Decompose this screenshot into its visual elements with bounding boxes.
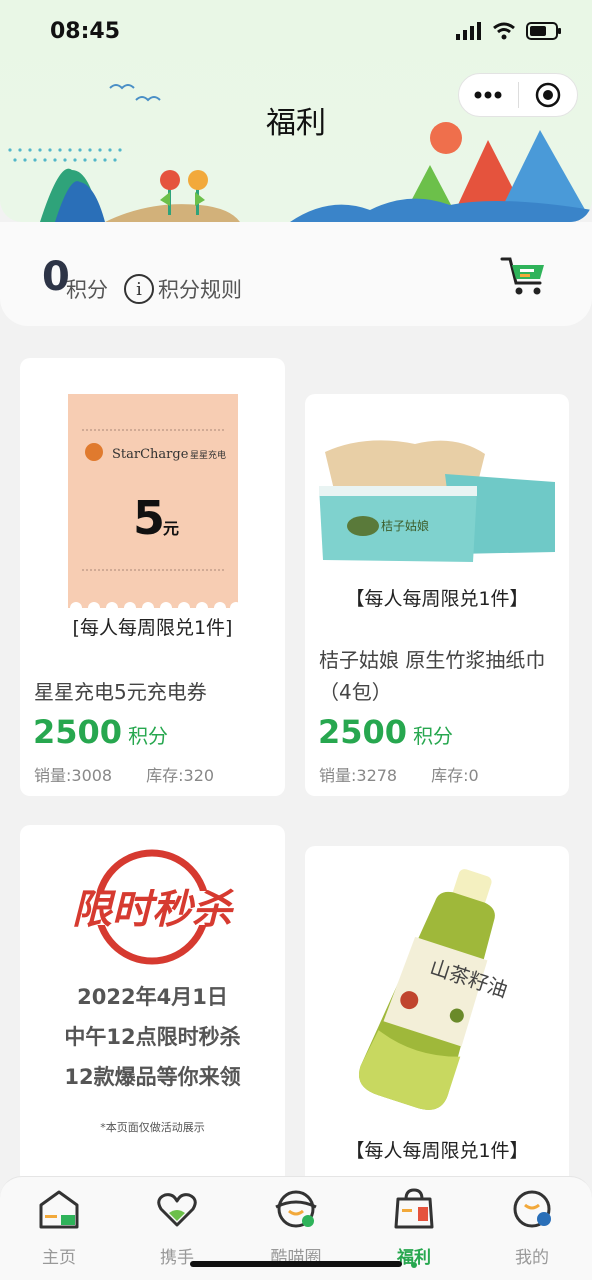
voucher-brand: StarCharge: [112, 447, 189, 462]
tab-profile[interactable]: 我的: [482, 1187, 582, 1268]
page-header: 08:45 福利: [0, 0, 592, 222]
tab-benefits[interactable]: 福利: [364, 1187, 464, 1268]
points-rules-label: 积分规则: [158, 278, 242, 302]
cat-circle-icon: [275, 1190, 317, 1228]
flash-sale-headline: 限时秒杀: [72, 887, 234, 933]
more-button[interactable]: [459, 74, 518, 116]
voucher-brand-cn: 星星充电: [190, 449, 226, 461]
home-icon: [39, 1190, 79, 1229]
close-mini-program-button[interactable]: [519, 74, 578, 116]
promo-card[interactable]: 限时秒杀 2022年4月1日 中午12点限时秒杀 12款爆品等你来领 *本页面仅…: [20, 825, 285, 1185]
more-dots-icon: [474, 91, 502, 99]
product-price: 2500 积分: [33, 713, 168, 751]
tab-home[interactable]: 主页: [9, 1187, 109, 1268]
product-meta: 销量:3278 库存:0: [319, 762, 479, 786]
voucher-amount: 5: [133, 491, 165, 545]
gift-bag-icon: [394, 1188, 434, 1229]
product-name: 星星充电5元充电券: [34, 680, 207, 704]
tab-together[interactable]: 携手: [127, 1187, 227, 1268]
active-tab-dot: [411, 1262, 417, 1268]
sales-count: 销量:3008: [34, 766, 113, 785]
status-time: 08:45: [50, 19, 121, 44]
profile-icon: [513, 1190, 551, 1228]
stock-count: 库存:320: [146, 766, 215, 785]
battery-icon: [526, 22, 561, 40]
price-unit: 积分: [413, 724, 454, 748]
limit-label: [每人每周限兑1件]: [72, 617, 233, 639]
price-unit: 积分: [128, 724, 169, 748]
product-card[interactable]: StarCharge 星星充电 5 元 [每人每周限兑1件] 星星充电5元充电券…: [20, 358, 285, 796]
limit-label: 【每人每周限兑1件】: [345, 588, 529, 610]
home-indicator: [190, 1261, 402, 1267]
price-value: 2500: [33, 713, 123, 751]
promo-note: *本页面仅做活动展示: [100, 1121, 205, 1134]
signal-icon: [456, 22, 481, 40]
target-circle-icon: [535, 82, 560, 108]
product-image-oil: 山茶籽油: [359, 869, 511, 1110]
product-card[interactable]: 山茶籽油 【每人每周限兑1件】: [305, 846, 569, 1186]
sales-count: 销量:3278: [319, 766, 398, 785]
product-meta: 销量:3008 库存:320: [34, 762, 214, 786]
limit-label: 【每人每周限兑1件】: [345, 1140, 529, 1162]
status-icons: [456, 22, 562, 40]
points-unit: 积分: [66, 278, 108, 302]
wifi-icon: [493, 22, 515, 40]
product-price: 2500 积分: [318, 713, 453, 751]
mini-program-capsule: [458, 73, 578, 117]
promo-time: 中午12点限时秒杀: [64, 1025, 241, 1049]
stock-count: 库存:0: [431, 766, 479, 785]
points-rules-link[interactable]: i 积分规则: [124, 274, 242, 304]
cart-icon[interactable]: [500, 255, 548, 297]
status-bar: 08:45: [0, 0, 592, 64]
tab-label: 主页: [42, 1248, 76, 1268]
voucher-amount-unit: 元: [163, 519, 179, 538]
info-icon: i: [124, 274, 154, 304]
product-image-tissue: 桔子姑娘: [319, 440, 555, 562]
tab-label: 我的: [515, 1248, 549, 1268]
tab-circle[interactable]: 酷喵圈: [246, 1187, 346, 1268]
promo-date: 2022年4月1日: [77, 985, 228, 1009]
product-card[interactable]: 桔子姑娘 【每人每周限兑1件】 桔子姑娘 原生竹浆抽纸巾（4包） 2500 积分 …: [305, 394, 569, 796]
product-name: 桔子姑娘 原生竹浆抽纸巾（4包）: [319, 648, 546, 704]
promo-desc: 12款爆品等你来领: [64, 1065, 241, 1089]
tissue-brand: 桔子姑娘: [381, 518, 429, 533]
flash-sale-logo: 限时秒杀: [70, 849, 234, 965]
heart-hands-icon: [157, 1193, 197, 1227]
price-value: 2500: [318, 713, 408, 751]
